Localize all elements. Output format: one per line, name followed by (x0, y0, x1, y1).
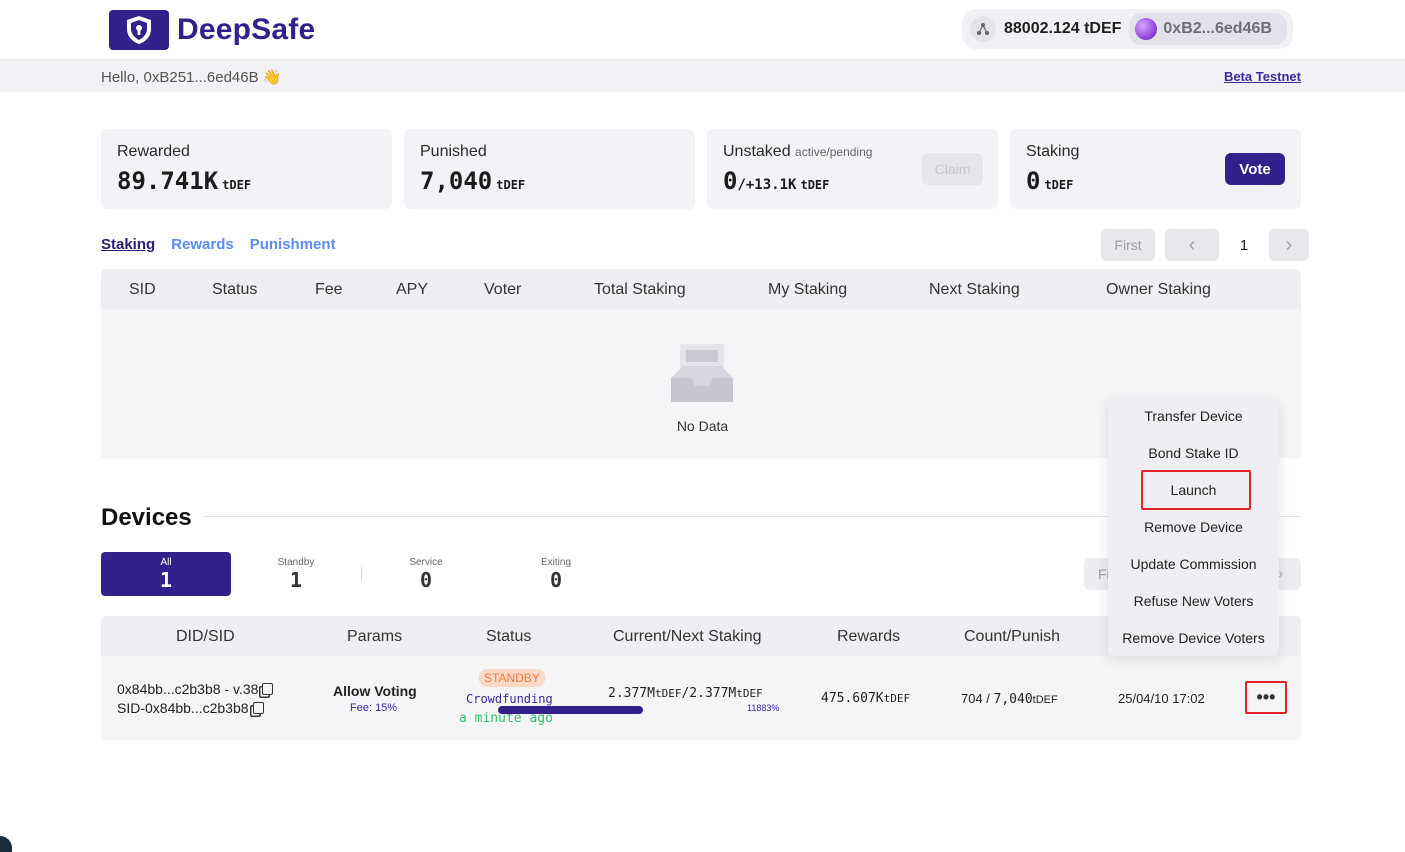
col-rewards: Rewards (837, 628, 901, 645)
account-button[interactable]: 0xB2...6ed46B (1129, 13, 1288, 45)
col-status: Status (486, 628, 532, 645)
device-status-text: Crowdfunding (466, 692, 553, 706)
menu-item-remove-device-voters[interactable]: Remove Device Voters (1108, 630, 1279, 646)
devices-title: Devices (101, 504, 192, 531)
staking-progress-bar (498, 706, 643, 714)
launch-highlight (1141, 470, 1251, 510)
current-page: 1 (1239, 236, 1249, 254)
wallet-widget[interactable]: 88002.124 tDEF 0xB2...6ed46B (962, 9, 1293, 49)
device-count-punish: 704 / 7,040tDEF (961, 691, 1058, 707)
status-badge: STANDBY (479, 669, 545, 687)
menu-item-refuse-new-voters[interactable]: Refuse New Voters (1108, 593, 1279, 609)
col-total-staking: Total Staking (594, 281, 686, 298)
tabs: Staking Rewards Punishment (101, 236, 336, 253)
shield-logo-icon (109, 10, 169, 50)
unstaked-card: Unstaked active/pending 0/+13.1K tDEF Cla… (707, 129, 998, 209)
logo[interactable]: DeepSafe (109, 10, 315, 50)
menu-item-transfer-device[interactable]: Transfer Device (1108, 408, 1279, 424)
first-page-button[interactable]: First (1101, 229, 1155, 261)
top-bar: DeepSafe 88002.124 tDEF 0xB2...6ed46B (0, 0, 1405, 60)
device-fee: Fee: 15% (350, 702, 398, 714)
claim-button[interactable]: Claim (922, 153, 983, 185)
punished-label: Punished (420, 143, 487, 160)
staking-card: Staking 0 tDEF Vote (1010, 129, 1301, 209)
col-params: Params (347, 628, 403, 645)
greeting-bar: Hello, 0xB251...6ed46B 👋 Beta Testnet (0, 60, 1405, 92)
avatar (1135, 18, 1158, 40)
rewarded-card: Rewarded 89.741K tDEF (101, 129, 392, 209)
copy-icon[interactable] (262, 683, 274, 695)
tab-punishment[interactable]: Punishment (250, 236, 336, 253)
brand-name: DeepSafe (177, 13, 316, 46)
filter-all[interactable]: All 1 (101, 552, 231, 596)
filter-exiting[interactable]: Exiting 0 (491, 552, 621, 596)
window-corner (0, 836, 12, 852)
col-voter: Voter (484, 281, 522, 298)
vote-button[interactable]: Vote (1225, 153, 1285, 185)
staking-progress-fill (498, 706, 643, 714)
punished-value: 7,040 tDEF (420, 167, 526, 195)
col-count-punish: Count/Punish (964, 628, 1061, 645)
device-staking: 2.377MtDEF/2.377MtDEF (608, 686, 763, 701)
device-did: 0x84bb...c2b3b8 - v.38 (117, 681, 274, 697)
device-actions-menu: Transfer Device Bond Stake ID Launch Rem… (1108, 397, 1279, 656)
device-sid: SID-0x84bb...c2b3b8 (117, 700, 264, 716)
menu-item-update-commission[interactable]: Update Commission (1108, 556, 1279, 572)
col-owner-staking: Owner Staking (1106, 281, 1211, 298)
wallet-balance: 88002.124 tDEF (1004, 20, 1122, 37)
staking-table-header: SID Status Fee APY Voter Total Staking M… (101, 269, 1301, 309)
next-page-button[interactable]: › (1278, 565, 1283, 581)
tab-staking[interactable]: Staking (101, 236, 155, 253)
menu-item-bond-stake-id[interactable]: Bond Stake ID (1108, 445, 1279, 461)
filter-standby[interactable]: Standby 1 (231, 552, 361, 596)
col-status: Status (212, 281, 258, 298)
staking-pager: First ‹ 1 › (1101, 229, 1309, 261)
punished-card: Punished 7,040 tDEF (404, 129, 695, 209)
col-fee: Fee (315, 281, 343, 298)
prev-page-button[interactable]: ‹ (1165, 229, 1219, 261)
wallet-address: 0xB2...6ed46B (1163, 20, 1272, 37)
tab-rewards[interactable]: Rewards (171, 236, 234, 253)
next-page-button[interactable]: › (1269, 229, 1309, 261)
device-date: 25/04/10 17:02 (1118, 691, 1205, 706)
col-did-sid: DID/SID (176, 628, 235, 645)
inbox-empty-icon (669, 340, 735, 406)
beta-testnet-link[interactable]: Beta Testnet (1224, 69, 1301, 84)
col-current-next-staking: Current/Next Staking (613, 628, 762, 645)
device-rewards: 475.607KtDEF (821, 691, 911, 706)
staking-percent: 11883% (747, 703, 780, 713)
greeting-text: Hello, 0xB251...6ed46B 👋 (101, 69, 282, 86)
menu-item-remove-device[interactable]: Remove Device (1108, 519, 1279, 535)
col-next-staking: Next Staking (929, 281, 1020, 298)
filter-service[interactable]: Service 0 (361, 552, 491, 596)
device-params: Allow Voting (333, 683, 417, 699)
more-actions-button[interactable]: ••• (1245, 681, 1287, 714)
col-sid: SID (129, 281, 156, 298)
rewarded-value: 89.741K tDEF (117, 167, 252, 195)
col-apy: APY (396, 281, 429, 298)
col-my-staking: My Staking (768, 281, 848, 298)
copy-icon[interactable] (252, 702, 264, 714)
rewarded-label: Rewarded (117, 143, 190, 160)
network-icon (970, 16, 996, 42)
